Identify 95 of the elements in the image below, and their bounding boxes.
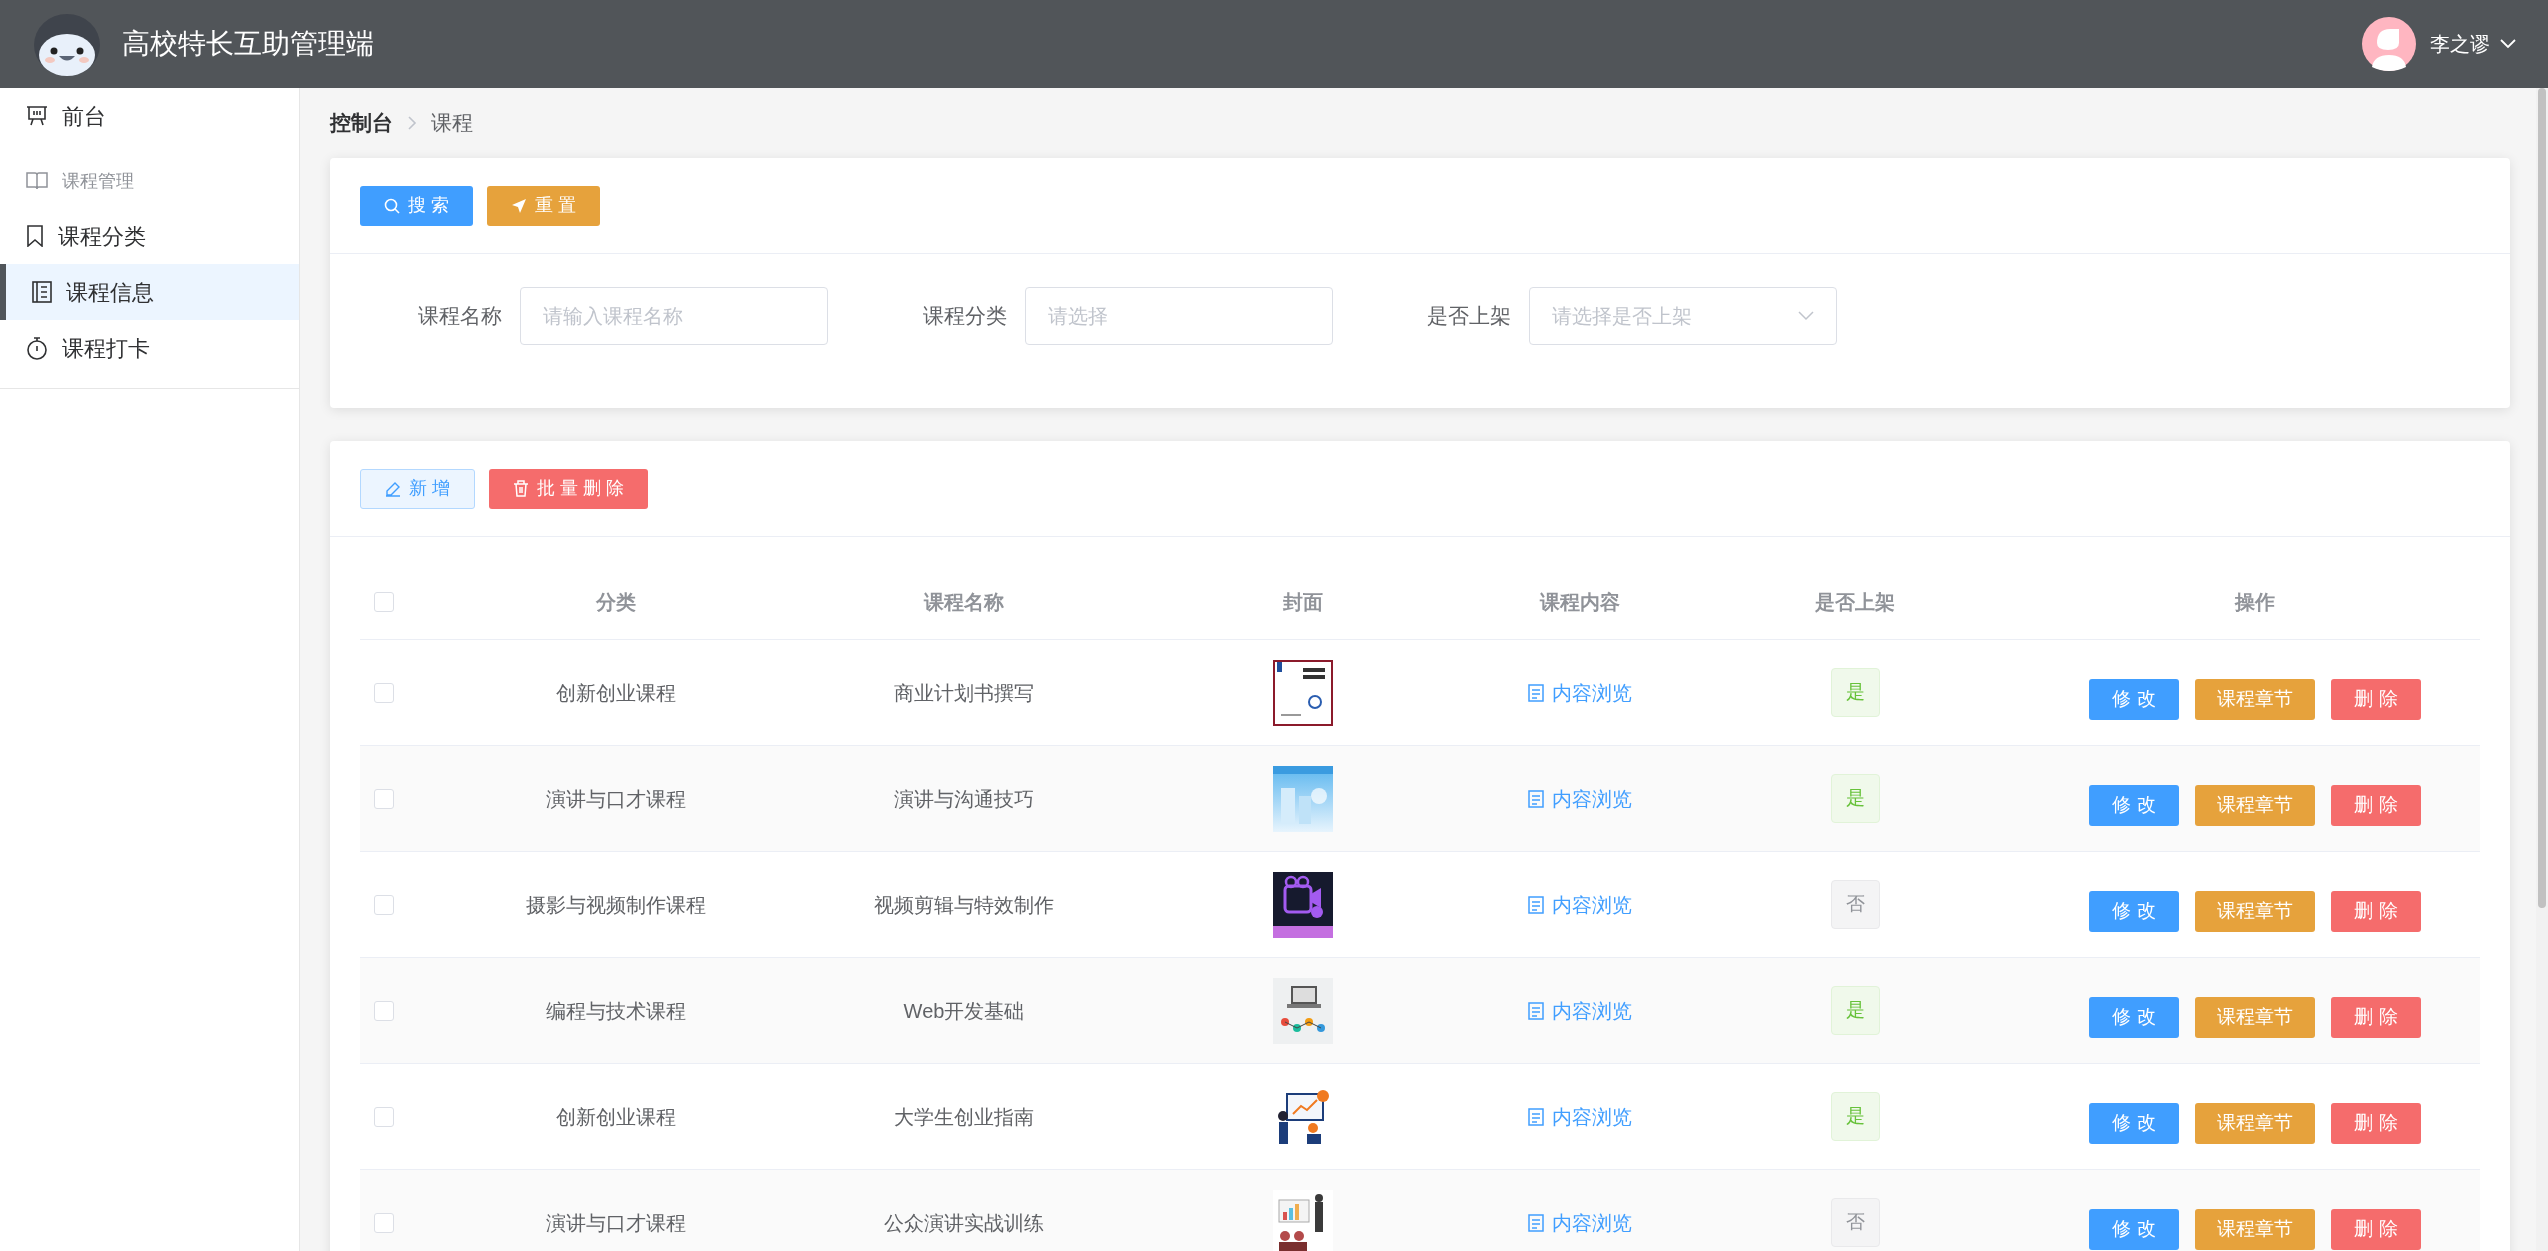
delete-button[interactable]: 删 除 (2331, 1209, 2421, 1250)
document-icon (1528, 1213, 1544, 1232)
field-label: 是否上架 (1426, 303, 1512, 330)
delete-button[interactable]: 删 除 (2331, 997, 2421, 1038)
table-cell-text: 演讲与沟通技巧 (894, 786, 1034, 812)
chapters-button[interactable]: 课程章节 (2195, 1209, 2315, 1250)
edit-button[interactable]: 修 改 (2089, 997, 2179, 1038)
checkbox[interactable] (374, 1000, 394, 1021)
sidebar-item[interactable]: 前台 (0, 88, 299, 144)
document-icon (1528, 895, 1544, 914)
batch-delete-button[interactable]: 批 量 删 除 (489, 468, 649, 509)
table-cell-text: 演讲与口才课程 (546, 1210, 686, 1236)
delete-button[interactable]: 删 除 (2331, 1103, 2421, 1144)
search-button[interactable]: 搜 索 (360, 185, 473, 226)
column-header: 封面 (1283, 590, 1323, 615)
status-tag: 是 (1830, 774, 1880, 823)
send-icon (511, 197, 527, 214)
chevron-down-icon (1798, 311, 1814, 321)
status-tag: 是 (1830, 986, 1880, 1035)
menu-group-title: 课程管理 (0, 154, 299, 208)
presentation-board-icon (26, 105, 48, 127)
delete-button[interactable]: 删 除 (2331, 679, 2421, 720)
document-icon (32, 281, 52, 303)
table-cell-text: 创新创业课程 (556, 1104, 676, 1130)
content-link[interactable]: 内容浏览 (1528, 677, 1632, 708)
content-link[interactable]: 内容浏览 (1528, 1101, 1632, 1132)
checkbox[interactable] (374, 682, 394, 703)
trash-icon (513, 480, 529, 497)
open-book-icon (26, 171, 48, 191)
pencil-icon (385, 480, 401, 497)
field-label: 课程分类 (922, 303, 1008, 330)
edit-button[interactable]: 修 改 (2089, 891, 2179, 932)
document-icon (1528, 683, 1544, 702)
sidebar-item[interactable]: 课程信息 (0, 264, 299, 320)
table-cell-text: 摄影与视频制作课程 (526, 892, 706, 918)
app-title: 高校特长互助管理端 (122, 27, 374, 61)
edit-button[interactable]: 修 改 (2089, 1209, 2179, 1250)
checkbox[interactable] (374, 894, 394, 915)
checkbox[interactable] (374, 1106, 394, 1127)
status-tag: 是 (1830, 1092, 1880, 1141)
document-icon (1528, 1001, 1544, 1020)
user-menu[interactable]: 李之谬 (2430, 29, 2516, 59)
chapters-button[interactable]: 课程章节 (2195, 891, 2315, 932)
checkbox[interactable] (374, 788, 394, 809)
table-cell-text: 大学生创业指南 (894, 1104, 1034, 1130)
content-link[interactable]: 内容浏览 (1528, 995, 1632, 1026)
edit-button[interactable]: 修 改 (2089, 679, 2179, 720)
user-avatar[interactable] (2362, 17, 2416, 71)
chapters-button[interactable]: 课程章节 (2195, 785, 2315, 826)
status-tag: 否 (1830, 880, 1880, 929)
chapters-button[interactable]: 课程章节 (2195, 1103, 2315, 1144)
delete-button[interactable]: 删 除 (2331, 891, 2421, 932)
document-icon (1528, 1107, 1544, 1126)
penguin-logo (32, 11, 102, 77)
chapters-button[interactable]: 课程章节 (2195, 679, 2315, 720)
chevron-down-icon (2500, 39, 2516, 49)
content-link[interactable]: 内容浏览 (1528, 783, 1632, 814)
field-label: 课程名称 (417, 303, 503, 330)
status-tag: 否 (1830, 1198, 1880, 1247)
checkbox[interactable] (374, 592, 394, 612)
bookmark-icon (26, 225, 44, 247)
scrollbar-thumb[interactable] (2538, 88, 2546, 908)
reset-button[interactable]: 重 置 (487, 185, 601, 226)
column-header: 分类 (596, 590, 636, 615)
edit-button[interactable]: 修 改 (2089, 1103, 2179, 1144)
table-cell-text: Web开发基础 (903, 998, 1025, 1024)
sidebar-item[interactable]: 课程分类 (0, 208, 299, 264)
chapters-button[interactable]: 课程章节 (2195, 997, 2315, 1038)
stopwatch-icon (26, 336, 48, 360)
chevron-right-icon (407, 115, 417, 131)
edit-button[interactable]: 修 改 (2089, 785, 2179, 826)
column-header: 课程内容 (1540, 590, 1620, 615)
select-field[interactable]: 请选择是否上架 (1529, 287, 1837, 345)
column-header: 操作 (2235, 590, 2275, 615)
table-cell-text: 公众演讲实战训练 (884, 1210, 1044, 1236)
column-header: 是否上架 (1815, 590, 1895, 615)
table-cell-text: 创新创业课程 (556, 680, 676, 706)
content-link[interactable]: 内容浏览 (1528, 1207, 1632, 1238)
checkbox[interactable] (374, 1212, 394, 1233)
sidebar-item[interactable]: 课程打卡 (0, 320, 299, 376)
delete-button[interactable]: 删 除 (2331, 785, 2421, 826)
table-cell-text: 商业计划书撰写 (894, 680, 1034, 706)
input-field[interactable]: 请输入课程名称 (520, 287, 828, 345)
column-header: 课程名称 (924, 590, 1004, 615)
input-field[interactable]: 请选择 (1025, 287, 1333, 345)
content-link[interactable]: 内容浏览 (1528, 889, 1632, 920)
table-cell-text: 视频剪辑与特效制作 (874, 892, 1054, 918)
search-icon (384, 197, 400, 214)
table-cell-text: 编程与技术课程 (546, 998, 686, 1024)
document-icon (1528, 789, 1544, 808)
breadcrumb-item[interactable]: 控制台 (330, 107, 393, 139)
breadcrumb-item: 课程 (431, 110, 473, 137)
add-button[interactable]: 新 增 (360, 468, 475, 509)
status-tag: 是 (1830, 668, 1880, 717)
table-cell-text: 演讲与口才课程 (546, 786, 686, 812)
